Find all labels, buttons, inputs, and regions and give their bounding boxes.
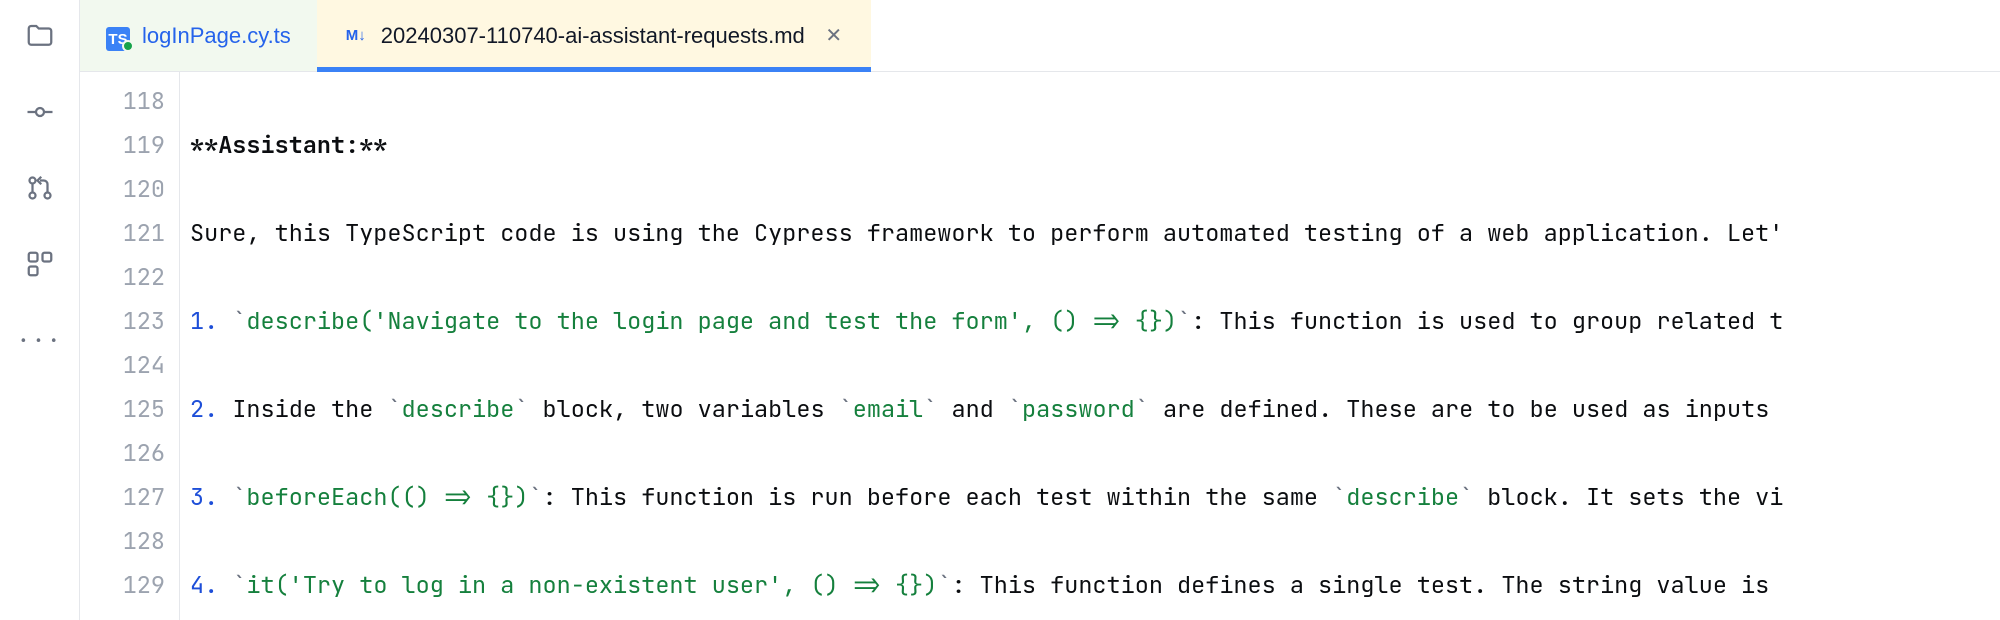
code-token: ` [232, 570, 246, 601]
vcs-status-dot-icon [122, 40, 134, 52]
line-number: 127 [80, 476, 165, 520]
pull-request-icon[interactable] [22, 170, 58, 206]
code-line[interactable]: 3. `beforeEach(() => {})`: This function… [190, 476, 2000, 520]
code-line[interactable] [190, 168, 2000, 212]
code-token: ` [232, 306, 246, 337]
tab-ai-requests-md[interactable]: M↓ 20240307-110740-ai-assistant-requests… [317, 0, 871, 71]
code-token: ` [1135, 394, 1149, 425]
code-token: ` [514, 394, 528, 425]
line-number: 124 [80, 344, 165, 388]
code-token: password [1022, 394, 1135, 425]
code-token: Assistant: [218, 130, 359, 161]
code-token: : This function is used to group related… [1191, 306, 1783, 337]
line-number: 123 [80, 300, 165, 344]
md-badge-icon: M↓ [343, 26, 369, 45]
code-token: ` [1008, 394, 1022, 425]
code-line[interactable]: **Assistant:** [190, 124, 2000, 168]
code-token: are defined. These are to be used as inp… [1149, 394, 1769, 425]
line-number: 128 [80, 520, 165, 564]
structure-icon[interactable] [22, 246, 58, 282]
close-icon[interactable]: ✕ [823, 25, 845, 47]
code-token: ** [190, 130, 218, 161]
code-token: email [853, 394, 924, 425]
line-number: 118 [80, 80, 165, 124]
line-number: 122 [80, 256, 165, 300]
ide-root: ··· TS logInPage.cy.ts M↓ 20240307-11074… [0, 0, 2000, 620]
code-token: 3. [190, 482, 232, 513]
code-token: ` [1459, 482, 1473, 513]
line-number: 125 [80, 388, 165, 432]
code-line[interactable] [190, 520, 2000, 564]
code-token: it('Try to log in a non-existent user', … [246, 570, 937, 601]
line-number: 120 [80, 168, 165, 212]
line-number: 126 [80, 432, 165, 476]
main-column: TS logInPage.cy.ts M↓ 20240307-110740-ai… [80, 0, 2000, 620]
line-gutter: 118119120121122123124125126127128129 [80, 72, 180, 620]
ts-badge-icon: TS [106, 24, 130, 48]
editor-content[interactable]: **Assistant:** Sure, this TypeScript cod… [180, 72, 2000, 620]
code-line[interactable] [190, 344, 2000, 388]
more-icon[interactable]: ··· [22, 322, 58, 358]
code-token: describe('Navigate to the login page and… [246, 306, 1177, 337]
code-token: ` [923, 394, 937, 425]
code-token: block, two variables [528, 394, 838, 425]
line-number: 119 [80, 124, 165, 168]
commit-icon[interactable] [22, 94, 58, 130]
code-token: describe [1346, 482, 1459, 513]
editor[interactable]: 118119120121122123124125126127128129 **A… [80, 72, 2000, 620]
tab-login-cy[interactable]: TS logInPage.cy.ts [80, 0, 317, 71]
folder-icon[interactable] [22, 18, 58, 54]
code-line[interactable] [190, 432, 2000, 476]
code-token: Inside the [232, 394, 387, 425]
code-token: block. It sets the vi [1473, 482, 1783, 513]
code-line[interactable]: 2. Inside the `describe` block, two vari… [190, 388, 2000, 432]
tab-bar: TS logInPage.cy.ts M↓ 20240307-110740-ai… [80, 0, 2000, 72]
tool-rail: ··· [0, 0, 80, 620]
code-token: : This function defines a single test. T… [951, 570, 1769, 601]
code-token: 4. [190, 570, 232, 601]
code-token: 2. [190, 394, 232, 425]
code-token: Sure, this TypeScript code is using the … [190, 218, 1783, 249]
code-token: ` [1177, 306, 1191, 337]
line-number: 129 [80, 564, 165, 608]
code-token: ` [387, 394, 401, 425]
code-token: ` [937, 570, 951, 601]
code-token: : This function is run before each test … [543, 482, 1333, 513]
code-line[interactable]: Sure, this TypeScript code is using the … [190, 212, 2000, 256]
code-token: beforeEach(() => {}) [246, 482, 528, 513]
code-token: 1. [190, 306, 232, 337]
code-token: describe [402, 394, 515, 425]
code-token: ` [839, 394, 853, 425]
code-line[interactable]: 1. `describe('Navigate to the login page… [190, 300, 2000, 344]
tab-label: 20240307-110740-ai-assistant-requests.md [381, 23, 805, 49]
line-number: 121 [80, 212, 165, 256]
code-token: and [937, 394, 1008, 425]
code-token: ` [528, 482, 542, 513]
code-line[interactable] [190, 80, 2000, 124]
code-line[interactable]: 4. `it('Try to log in a non-existent use… [190, 564, 2000, 608]
code-token: ` [1332, 482, 1346, 513]
code-line[interactable] [190, 256, 2000, 300]
code-token: ` [232, 482, 246, 513]
code-token: ** [359, 130, 387, 161]
tab-label: logInPage.cy.ts [142, 23, 291, 49]
